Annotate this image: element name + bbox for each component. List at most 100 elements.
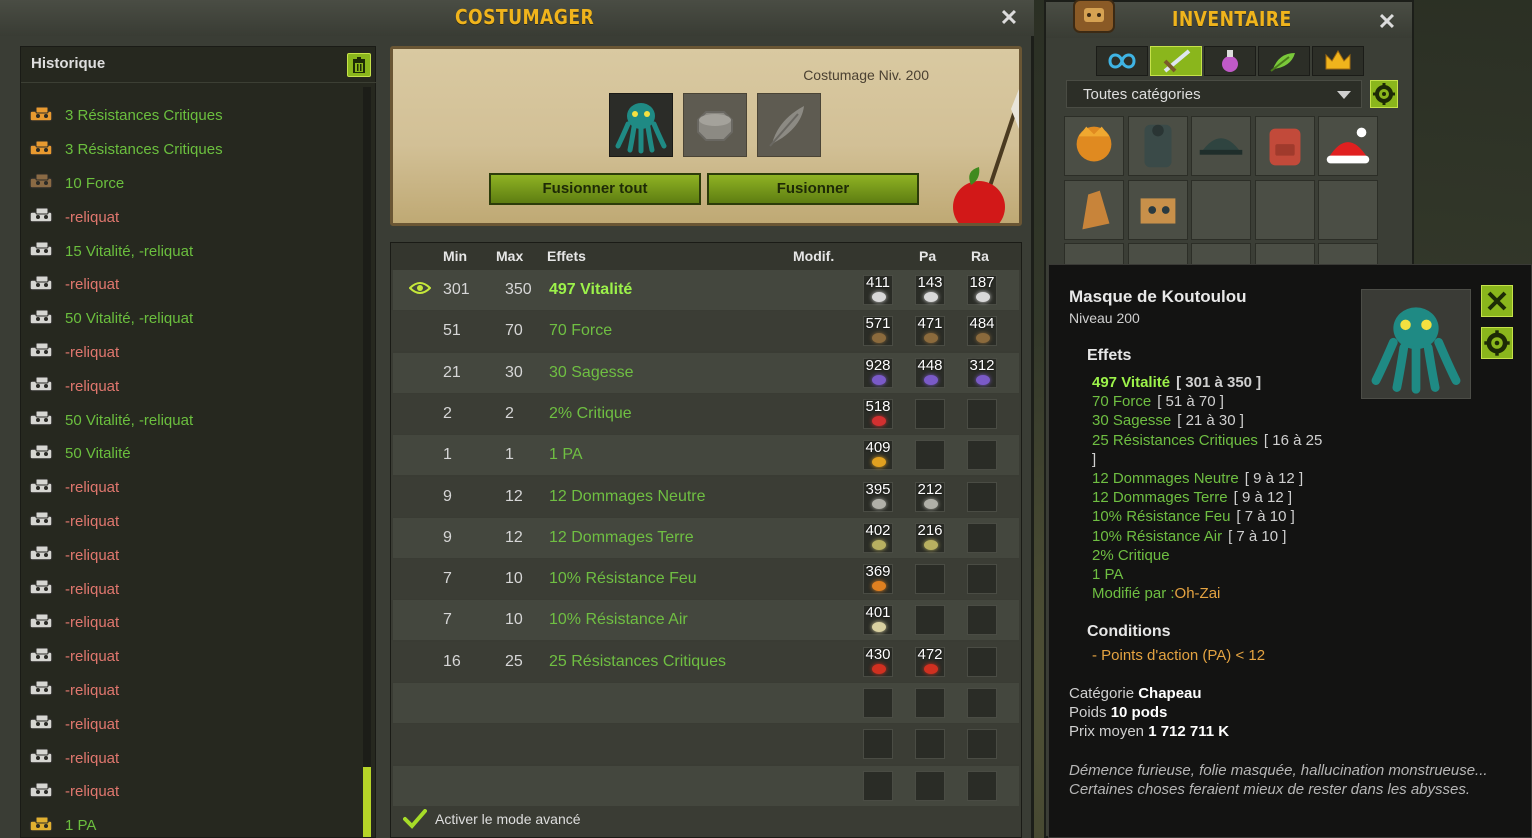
rune-ra-slot[interactable] [967,646,997,677]
tooltip-effect-text: 2% Critique [1092,546,1170,564]
rune-pa-slot[interactable] [915,605,945,636]
gold-rune-icon [29,816,53,832]
history-scrollbar[interactable] [363,87,371,835]
advanced-mode-toggle[interactable]: Activer le mode avancé [403,809,581,829]
tooltip-effect-line: 30 Sagesse [ 21 à 30 ] [1092,411,1392,430]
merge-all-button[interactable]: Fusionner tout [489,173,701,205]
effect-max: 70 [505,322,523,340]
rune-ba-slot[interactable]: 928 [863,357,893,388]
inventory-slot[interactable] [1254,179,1315,240]
tab-infinity[interactable] [1096,46,1148,76]
rune-slot[interactable] [683,93,747,157]
rune-pa-slot[interactable]: 212 [915,481,945,512]
rune-ra-slot[interactable] [967,522,997,553]
rune-ra-slot[interactable] [967,564,997,595]
effect-min: 2 [443,404,452,422]
rune-ra-slot[interactable]: 312 [967,357,997,388]
rune-value: 216 [917,521,943,539]
inventory-slot[interactable] [1127,179,1188,240]
tab-cosmetics[interactable] [1312,46,1364,76]
history-item-text: -reliquat [65,276,120,294]
inventory-slot[interactable] [1318,116,1378,176]
tab-resources[interactable] [1258,46,1310,76]
costumager-close-button[interactable]: ✕ [998,7,1020,29]
tooltip-settings-button[interactable] [1481,327,1513,359]
rune-pa-slot[interactable] [915,770,945,801]
rune-pa-slot[interactable] [915,440,945,471]
rune-pa-slot[interactable]: 143 [915,274,945,305]
rune-ra-slot[interactable] [967,729,997,760]
inventory-slot[interactable] [1318,179,1378,240]
conditions-section-title: Conditions [1087,623,1171,640]
rune-ra-slot[interactable] [967,440,997,471]
inventory-slot[interactable] [1191,179,1251,240]
history-item-text: -reliquat [65,377,120,395]
tooltip-close-button[interactable] [1481,285,1513,317]
rune-ra-slot[interactable]: 484 [967,315,997,347]
rune-ba-slot[interactable] [863,688,893,718]
potion-slot[interactable] [757,93,821,157]
costumager-titlebar[interactable]: COSTUMAGER ✕ [0,0,1034,36]
clear-history-button[interactable] [347,53,371,77]
inventory-titlebar[interactable]: INVENTAIRE ✕ [1046,0,1412,38]
rune-pa-slot[interactable]: 472 [915,645,945,677]
weight-line: Poids 10 pods [1069,704,1168,721]
inventory-slot[interactable] [1254,116,1315,176]
rune-ba-slot[interactable]: 430 [863,646,893,677]
rune-pa-slot[interactable]: 471 [915,315,945,347]
inventory-settings-button[interactable] [1370,80,1398,108]
effect-row: 2 2 2% Critique 518 [393,393,1019,434]
rune-ba-slot[interactable]: 369 [863,563,893,595]
effect-name: 497 Vitalité [549,281,633,298]
effect-row: 9 12 12 Dommages Terre 402 216 [393,517,1019,558]
rune-ba-slot[interactable]: 401 [863,604,893,636]
rune-ba-slot[interactable]: 571 [863,315,893,347]
merge-button[interactable]: Fusionner [707,173,919,205]
rune-pa-slot[interactable] [915,564,945,595]
effect-name: 2% Critique [549,404,632,422]
effect-max: 12 [505,528,523,546]
effect-min: 9 [443,487,452,505]
rune-ba-slot[interactable]: 518 [863,398,893,429]
orange-mask-icon [1076,126,1112,162]
rune-pa-slot[interactable] [915,688,945,718]
item-slot[interactable] [609,93,673,157]
rune-pa-slot[interactable]: 448 [915,357,945,388]
rune-pa-slot[interactable] [915,729,945,760]
rune-pa-slot[interactable]: 216 [915,521,945,553]
rune-ba-slot[interactable]: 409 [863,439,893,471]
rune-value: 369 [865,563,891,581]
inventory-slot[interactable] [1064,116,1124,176]
rune-pa-slot[interactable] [915,398,945,429]
rune-value: 395 [865,480,891,498]
effect-row [393,683,1019,723]
orange-rune-icon [29,140,53,156]
inventory-slot[interactable] [1127,116,1188,176]
tooltip-effect-range: ] [1092,450,1097,468]
history-scrollbar-thumb[interactable] [363,767,371,837]
rune-ra-slot[interactable]: 187 [967,274,997,305]
rune-ba-slot[interactable] [863,729,893,760]
rune-ra-slot[interactable] [967,770,997,801]
apple-spear-decoration [953,89,1019,223]
tab-equipment[interactable] [1150,46,1202,76]
rune-ra-slot[interactable] [967,688,997,718]
effect-min: 7 [443,611,452,629]
rune-ra-slot[interactable] [967,605,997,636]
trash-icon [353,57,365,73]
rune-ba-slot[interactable]: 402 [863,522,893,553]
rune-ra-slot[interactable] [967,398,997,429]
rune-ba-slot[interactable]: 411 [863,274,893,305]
inventory-slot[interactable] [1191,116,1251,176]
category-select[interactable]: Toutes catégories [1066,80,1362,108]
eye-icon[interactable] [409,279,431,297]
tab-consumables[interactable] [1204,46,1256,76]
rune-ba-slot[interactable]: 395 [863,480,893,512]
history-list: 3 Résistances Critiques 3 Résistances Cr… [27,99,357,838]
inventory-close-button[interactable]: ✕ [1376,11,1398,33]
rune-value: 472 [917,645,943,663]
inventory-slot[interactable] [1064,179,1124,240]
rune-ba-slot[interactable] [863,770,893,801]
history-item-text: 3 Résistances Critiques [65,107,223,125]
rune-ra-slot[interactable] [967,481,997,512]
